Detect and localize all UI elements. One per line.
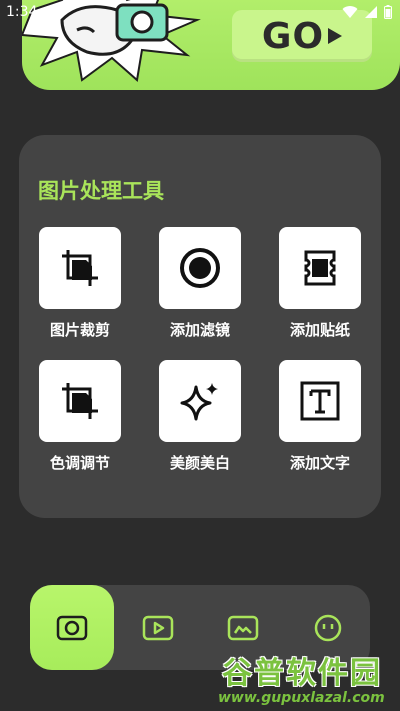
tool-icon-box (39, 227, 121, 309)
crop-icon (62, 250, 98, 286)
status-bar: 1:34 (0, 0, 400, 26)
watermark: 谷普软件园 www.gupuxlazal.com (218, 648, 398, 711)
tool-filter[interactable]: 添加滤镜 (159, 227, 241, 340)
text-box-icon (300, 381, 340, 421)
tool-tone[interactable]: 色调调节 (39, 360, 121, 473)
sticker-ticket-icon (304, 250, 336, 286)
nav-camera[interactable] (30, 585, 114, 670)
filter-record-icon (180, 248, 220, 288)
tool-label: 添加文字 (289, 454, 350, 472)
tools-title: 图片处理工具 (38, 179, 164, 203)
tool-sticker[interactable]: 添加贴纸 (279, 227, 361, 340)
tool-icon-box (279, 227, 361, 309)
tool-label: 添加贴纸 (289, 321, 350, 339)
tool-icon-box (159, 227, 241, 309)
tool-label: 图片裁剪 (49, 321, 110, 339)
video-play-icon (142, 615, 173, 640)
tool-label: 添加滤镜 (169, 321, 230, 339)
system-icons (342, 5, 392, 19)
tool-label: 色调调节 (49, 454, 110, 472)
nav-video[interactable] (115, 585, 200, 670)
signal-icon (365, 6, 377, 18)
tool-beauty[interactable]: 美颜美白 (159, 360, 241, 473)
watermark-url: www.gupuxlazal.com (218, 690, 385, 706)
sparkle-icon (180, 383, 218, 421)
watermark-title: 谷普软件园 (222, 656, 382, 691)
tone-crop-icon (62, 383, 98, 419)
battery-icon (384, 5, 392, 19)
status-time: 1:34 (6, 4, 38, 20)
camera-icon (56, 615, 88, 640)
tool-label: 美颜美白 (169, 454, 230, 472)
image-tools-card: 图片处理工具 图片裁剪 添加滤镜 添加贴纸 色调调节 美颜美白 添加文字 (19, 135, 381, 518)
tool-crop[interactable]: 图片裁剪 (39, 227, 121, 340)
smiley-profile-icon (314, 614, 341, 641)
tool-text[interactable]: 添加文字 (279, 360, 361, 473)
tool-icon-box (279, 360, 361, 442)
gallery-icon (227, 615, 258, 640)
tool-icon-box (159, 360, 241, 442)
tool-icon-box (39, 360, 121, 442)
play-arrow-icon (328, 28, 343, 44)
wifi-icon (342, 6, 358, 19)
